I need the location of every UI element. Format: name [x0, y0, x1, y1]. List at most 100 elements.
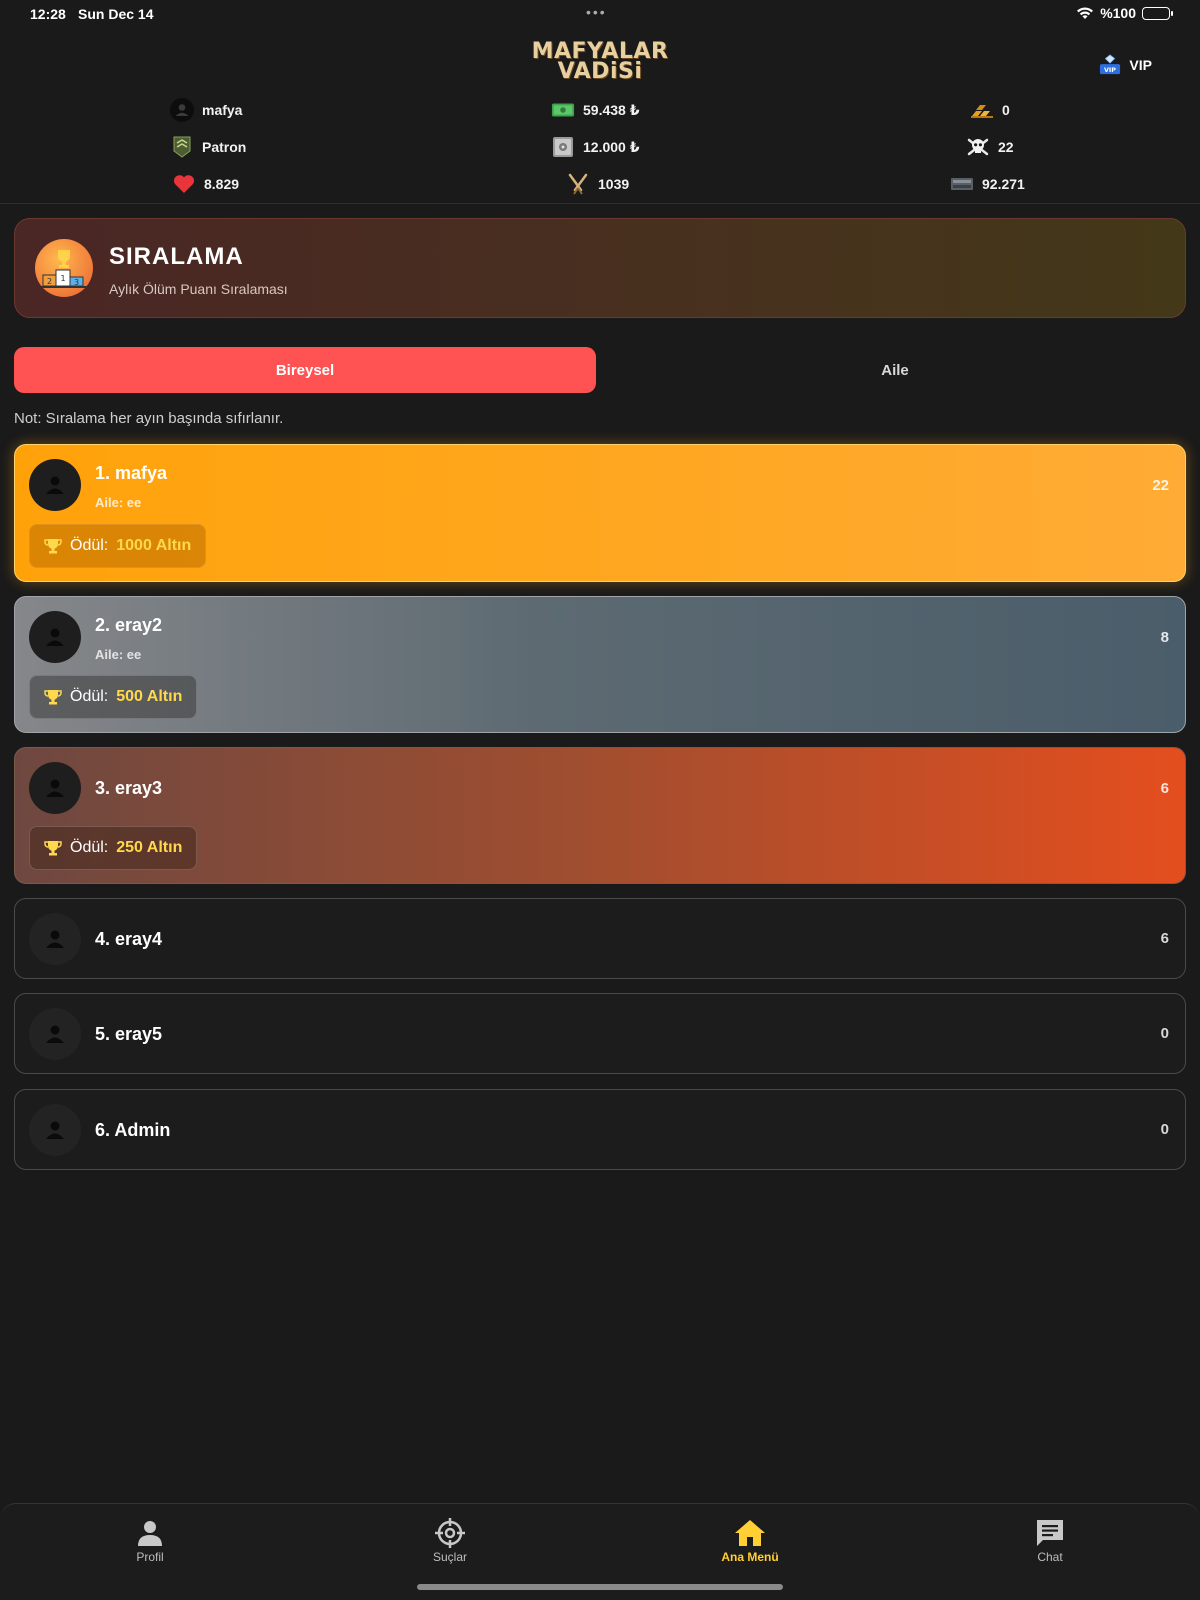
podium-trophy-icon: 1 2 3: [35, 239, 93, 297]
status-bar: 12:28 Sun Dec 14 ••• %100: [0, 0, 1200, 28]
nav-chat-label: Chat: [1037, 1550, 1063, 1564]
gold-bars-icon: [970, 98, 994, 122]
avatar: [29, 1008, 81, 1060]
vip-button[interactable]: VIP VIP: [1099, 54, 1152, 76]
avatar: [29, 913, 81, 965]
tab-individual[interactable]: Bireysel: [14, 347, 596, 393]
avatar: [29, 1104, 81, 1156]
rank-badge-icon: [170, 135, 194, 159]
ranking-row-6[interactable]: 6. Admin 0: [14, 1089, 1186, 1170]
reward-label: Ödül:: [70, 688, 109, 705]
health-value: 8.829: [204, 176, 240, 192]
status-indicators: %100: [1076, 5, 1173, 21]
ranking-row-3[interactable]: 3. eray3 6 Ödül: 250 Altın: [14, 747, 1186, 884]
person-icon: [46, 476, 64, 494]
home-indicator[interactable]: [417, 1584, 783, 1590]
player-score: 0: [1160, 1025, 1169, 1042]
reward-amount: 250 Altın: [116, 839, 183, 856]
reset-note: Not: Sıralama her ayın başında sıfırlanı…: [14, 410, 284, 427]
ammo-box-icon: [950, 172, 974, 196]
player-score: 6: [1160, 930, 1169, 947]
ranking-tabs: Bireysel Aile: [14, 347, 1186, 393]
reward-badge: Ödül: 1000 Altın: [29, 524, 207, 568]
ranking-row-4[interactable]: 4. eray4 6: [14, 898, 1186, 979]
rank-value: Patron: [202, 139, 247, 155]
stat-power[interactable]: 1039: [566, 172, 629, 196]
reward-amount: 1000 Altın: [116, 537, 192, 554]
ranking-row-2[interactable]: 2. eray2 Aile: ee 8 Ödül: 500 Altın: [14, 596, 1186, 733]
reward-label: Ödül:: [70, 839, 109, 856]
player-name: 3. eray3: [95, 778, 163, 798]
diamond-vip-icon: VIP: [1100, 54, 1121, 75]
money-value: 59.438 ₺: [583, 101, 640, 118]
player-score: 0: [1160, 1121, 1169, 1138]
avatar: [29, 459, 81, 511]
reward-amount: 500 Altın: [116, 688, 183, 705]
app-logo: MAFYALAR VADiSi: [0, 41, 1200, 83]
skull-crossbones-icon: [966, 135, 990, 159]
user-avatar-icon: [170, 98, 194, 122]
stat-health[interactable]: 8.829: [172, 172, 239, 196]
person-icon: [46, 1121, 64, 1139]
bank-value: 12.000 ₺: [583, 138, 640, 155]
status-time: 12:28: [30, 6, 66, 22]
nav-crimes[interactable]: Suçlar: [390, 1516, 510, 1564]
svg-text:2: 2: [47, 277, 52, 286]
tab-family[interactable]: Aile: [604, 347, 1186, 393]
player-name: 4. eray4: [95, 929, 163, 949]
nav-home[interactable]: Ana Menü: [690, 1516, 810, 1564]
svg-text:3: 3: [74, 278, 79, 287]
player-score: 6: [1160, 780, 1169, 797]
battery-percent: %100: [1100, 5, 1136, 21]
page-subtitle: Aylık Ölüm Puanı Sıralaması: [109, 281, 288, 297]
player-name: 2. eray2: [95, 615, 163, 635]
crossed-swords-icon: [566, 172, 590, 196]
ammo-value: 92.271: [982, 176, 1025, 192]
safe-icon: [551, 135, 575, 159]
home-icon: [735, 1520, 765, 1546]
kills-value: 22: [998, 139, 1014, 155]
trophy-icon: [44, 841, 62, 856]
person-icon: [46, 628, 64, 646]
player-name: 6. Admin: [95, 1120, 171, 1140]
svg-text:1: 1: [60, 274, 65, 283]
multitask-dots-icon[interactable]: •••: [586, 4, 607, 20]
nav-profile-label: Profil: [136, 1550, 164, 1564]
player-family: Aile: ee: [95, 495, 142, 510]
person-icon: [46, 1025, 64, 1043]
stat-kills[interactable]: 22: [966, 135, 1014, 159]
ranking-row-1[interactable]: 1. mafya Aile: ee 22 Ödül: 1000 Altın: [14, 444, 1186, 582]
stat-money[interactable]: 59.438 ₺: [551, 98, 639, 122]
person-icon: [138, 1521, 162, 1546]
nav-profile[interactable]: Profil: [90, 1516, 210, 1564]
player-name: 1. mafya: [95, 463, 168, 483]
avatar: [29, 762, 81, 814]
reward-label: Ödül:: [70, 537, 109, 554]
vip-label: VIP: [1129, 57, 1152, 73]
player-score: 22: [1152, 477, 1169, 494]
stat-bank[interactable]: 12.000 ₺: [551, 135, 639, 159]
ranking-banner: 1 2 3 SIRALAMA Aylık Ölüm Puanı Sıralama…: [14, 218, 1186, 318]
stat-gold[interactable]: 0: [970, 98, 1010, 122]
wifi-icon: [1077, 7, 1094, 19]
reward-badge: Ödül: 250 Altın: [29, 826, 198, 870]
trophy-icon: [44, 539, 62, 554]
player-family: Aile: ee: [95, 647, 142, 662]
nav-chat[interactable]: Chat: [990, 1516, 1110, 1564]
stat-rank[interactable]: Patron: [170, 135, 246, 159]
gold-value: 0: [1002, 102, 1010, 118]
chat-icon: [1037, 1520, 1063, 1546]
person-icon: [46, 779, 64, 797]
cash-icon: [551, 98, 575, 122]
stat-ammo[interactable]: 92.271: [950, 172, 1025, 196]
username-value: mafya: [202, 102, 243, 118]
page-title: SIRALAMA: [109, 243, 244, 270]
heart-icon: [172, 172, 196, 196]
status-date: Sun Dec 14: [78, 6, 154, 22]
trophy-icon: [44, 690, 62, 705]
ranking-row-5[interactable]: 5. eray5 0: [14, 993, 1186, 1074]
svg-text:VIP: VIP: [1104, 66, 1116, 74]
nav-home-label: Ana Menü: [721, 1550, 779, 1564]
stat-username[interactable]: mafya: [170, 98, 242, 122]
reward-badge: Ödül: 500 Altın: [29, 675, 198, 719]
